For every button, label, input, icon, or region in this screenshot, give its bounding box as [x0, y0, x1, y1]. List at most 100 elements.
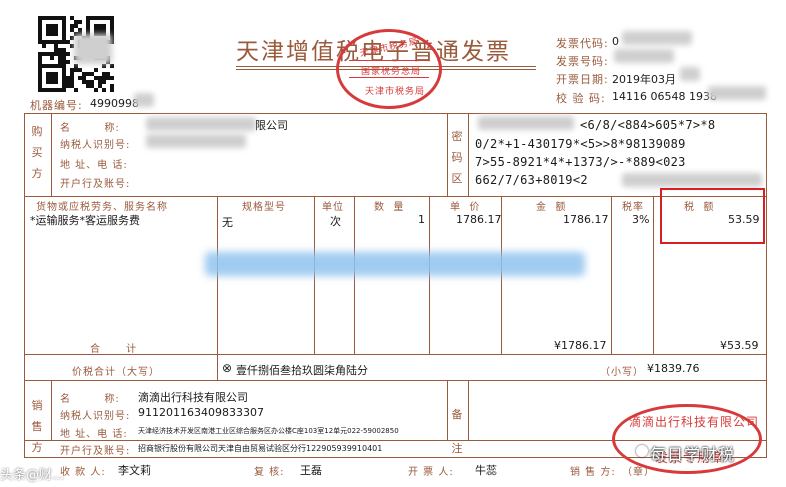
col-divider	[217, 354, 218, 380]
stamp-official-top-text: 天津市税务局	[358, 36, 420, 60]
seller-label-char: 方	[31, 441, 43, 454]
seller-sign-label: 销 售 方:	[570, 467, 616, 478]
item-spec: 无	[222, 216, 233, 229]
qr-module	[66, 52, 70, 56]
cipher-line-2: 0/2*+1-430179*<5>>8*98139089	[475, 137, 686, 151]
subtotal-label: 合 计	[90, 344, 138, 355]
invoice-code-value: 0	[612, 35, 619, 48]
issuer-label: 开 票 人:	[408, 467, 454, 478]
qr-module	[94, 88, 98, 92]
seller-tax-id-label: 纳税人识别号:	[60, 411, 131, 422]
col-divider	[468, 114, 469, 196]
col-divider	[51, 380, 52, 440]
total-upper-value: 壹仟捌佰叁拾玖圆柒角陆分	[236, 364, 368, 377]
col-divider	[447, 114, 448, 196]
redacted-date	[680, 67, 700, 81]
official-tax-stamp: 天津市税务局 国家税务总局 天津市税务局	[336, 29, 442, 109]
qr-module	[110, 64, 114, 68]
buyer-address-label: 地 址、电 话:	[60, 160, 128, 171]
payee-value: 李文莉	[118, 464, 151, 477]
qr-module	[66, 60, 70, 64]
cipher-line-3: 7>55-8921*4*+1373/>-*889<023	[475, 155, 686, 169]
row-divider	[25, 380, 766, 381]
remarks-section-label: 备 注	[450, 398, 464, 466]
stamp-band	[349, 60, 429, 78]
redacted-buyer-name	[146, 117, 256, 131]
col-divider	[611, 196, 612, 354]
total-small-value: ¥1839.76	[647, 362, 700, 375]
buyer-label-char: 方	[31, 167, 43, 180]
col-divider	[653, 196, 654, 354]
subtotal-amount: ¥1786.17	[554, 339, 607, 352]
buyer-bank-label: 开户行及账号:	[60, 179, 131, 190]
seller-bank-label: 开户行及账号:	[60, 446, 131, 457]
redacted-qr-region	[74, 34, 112, 64]
qr-module	[50, 56, 54, 60]
remarks-label-char: 注	[451, 442, 463, 455]
col-divider	[447, 380, 448, 440]
redacted-item-details	[205, 252, 585, 276]
item-unit: 次	[330, 215, 341, 228]
total-circle-x-icon: ⊗	[222, 361, 233, 375]
cipher-label-char: 区	[451, 172, 463, 185]
qr-module	[102, 88, 106, 92]
seller-bank-value: 招商银行股份有限公司天津自由贸易试验区分行122905939910401	[138, 444, 383, 453]
check-code-label: 校 验 码:	[556, 92, 606, 105]
machine-number-label: 机器编号:	[30, 99, 83, 112]
redacted-buyer-tax-id	[146, 134, 246, 148]
col-header-price: 单 价	[450, 202, 481, 213]
redacted-machine	[134, 93, 154, 107]
seller-section-label: 销 售 方	[30, 395, 44, 458]
buyer-name-label: 名 称:	[60, 123, 120, 134]
qr-module	[110, 88, 114, 92]
item-name: *运输服务*客运服务费	[30, 214, 140, 227]
qr-module	[54, 80, 58, 84]
col-header-unit: 单位	[322, 202, 344, 213]
payee-label: 收 款 人:	[60, 467, 106, 478]
cipher-label-char: 码	[451, 151, 463, 164]
check-code-value: 14116 06548 1938	[612, 90, 717, 103]
buyer-tax-id-label: 纳税人识别号:	[60, 140, 131, 151]
qr-module	[74, 88, 78, 92]
invoice-code-label: 发票代码:	[556, 37, 609, 50]
watermark-left-text: 头条@财...	[0, 468, 65, 483]
col-header-amount: 金 额	[536, 202, 567, 213]
buyer-label-char: 买	[31, 146, 43, 159]
invoice-date-label: 开票日期:	[556, 73, 609, 86]
cipher-line-4: 662/7/63+8019<2	[475, 173, 588, 187]
buyer-label-char: 购	[31, 125, 43, 138]
watermark-text: 每日学财税	[650, 445, 736, 464]
seller-label-char: 售	[31, 420, 43, 433]
item-tax-rate: 3%	[632, 213, 650, 226]
total-small-label: （小写）	[600, 367, 644, 378]
stamp-company-arc-text: 滴滴出行科技有限公司	[629, 415, 760, 429]
qr-module	[102, 80, 106, 84]
redacted-code	[622, 31, 692, 45]
subtotal-tax: ¥53.59	[720, 339, 759, 352]
row-divider	[25, 196, 766, 197]
buyer-name-value: 限公司	[255, 119, 288, 132]
item-quantity: 1	[418, 213, 425, 226]
redacted-cipher	[478, 116, 574, 130]
redacted-number	[614, 49, 674, 63]
seller-address-value: 天津经济技术开发区南港工业区综合服务区办公楼C座103室12单元022-5900…	[138, 427, 399, 435]
remarks-label-char: 备	[451, 408, 463, 421]
machine-number-value: 4990998	[90, 97, 139, 110]
qr-module	[94, 68, 98, 72]
col-header-tax-rate: 税率	[622, 202, 644, 213]
qr-module	[42, 44, 46, 48]
qr-module	[78, 20, 82, 24]
tax-amount-highlight	[660, 188, 765, 244]
seller-label-char: 销	[31, 399, 43, 412]
qr-module	[62, 88, 66, 92]
qr-module	[54, 32, 58, 36]
reviewer-label: 复 核:	[254, 467, 285, 478]
stamp-official-bottom-text: 天津市税务局	[365, 87, 426, 97]
redacted-cipher-tail	[622, 173, 762, 187]
cipher-line-1: <6/8/<884>605*7>*8	[580, 118, 716, 132]
item-price: 1786.17	[456, 213, 502, 226]
seller-name-value: 滴滴出行科技有限公司	[138, 391, 248, 404]
total-label: 价税合计（大写）	[72, 367, 160, 378]
seller-sign-suffix: （章）	[622, 467, 655, 478]
cipher-section-label: 密 码 区	[450, 126, 464, 189]
